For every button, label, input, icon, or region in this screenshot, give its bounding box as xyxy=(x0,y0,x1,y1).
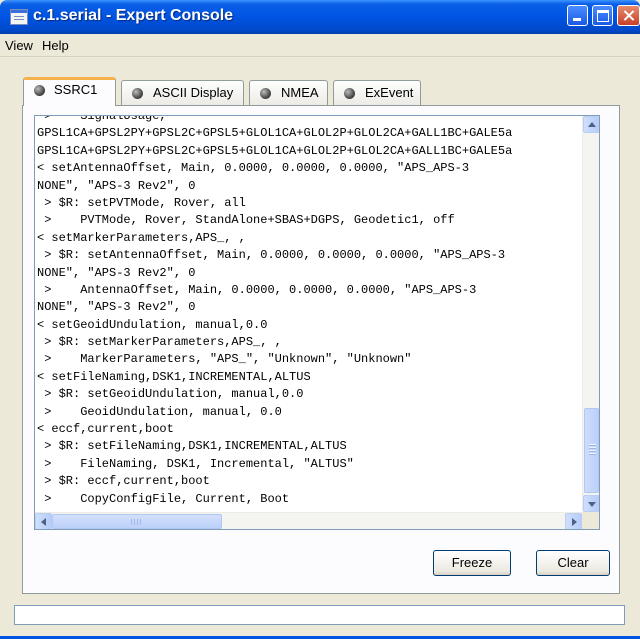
minimize-button[interactable] xyxy=(567,5,588,26)
chevron-up-icon xyxy=(588,122,596,127)
console-line: > $R: setPVTMode, Rover, all xyxy=(37,195,246,210)
vertical-scroll-thumb[interactable] xyxy=(584,408,599,493)
console-line: NONE", "APS-3 Rev2", 0 xyxy=(37,178,196,193)
horizontal-scrollbar[interactable] xyxy=(35,512,582,529)
console-line: > FileNaming, DSK1, Incremental, "ALTUS" xyxy=(37,456,354,471)
menu-view[interactable]: View xyxy=(5,38,33,53)
tab-nmea[interactable]: NMEA xyxy=(249,80,328,105)
freeze-button[interactable]: Freeze xyxy=(433,550,511,576)
grip-line xyxy=(589,447,596,449)
close-button[interactable] xyxy=(617,5,640,26)
scroll-up-button[interactable] xyxy=(583,116,599,133)
tab-status-icon xyxy=(34,85,45,96)
status-field xyxy=(14,605,625,625)
scroll-left-button[interactable] xyxy=(35,513,52,529)
tab-ascii-display[interactable]: ASCII Display xyxy=(121,80,244,105)
console-line: > MarkerParameters, "APS_", "Unknown", "… xyxy=(37,352,412,367)
console-line: > $R: setFileNaming,DSK1,INCREMENTAL,ALT… xyxy=(37,439,347,454)
console-line: > SignalUsage, xyxy=(37,115,167,123)
scroll-right-button[interactable] xyxy=(565,513,582,529)
console-line: > GeoidUndulation, manual, 0.0 xyxy=(37,404,282,419)
console-line: > $R: setMarkerParameters,APS_, , xyxy=(37,335,282,350)
vertical-scrollbar[interactable] xyxy=(582,116,599,512)
console-line: > PVTMode, Rover, StandAlone+SBAS+DGPS, … xyxy=(37,213,455,228)
tab-label: ExEvent xyxy=(365,85,414,100)
grip-line xyxy=(589,453,596,455)
maximize-button[interactable] xyxy=(592,5,613,26)
console-line: > AntennaOffset, Main, 0.0000, 0.0000, 0… xyxy=(37,282,477,297)
console-line: < setAntennaOffset, Main, 0.0000, 0.0000… xyxy=(37,161,470,176)
tab-status-icon xyxy=(260,88,271,99)
console-line: NONE", "APS-3 Rev2", 0 xyxy=(37,300,196,315)
chevron-left-icon xyxy=(41,518,46,526)
window-title: c.1.serial - Expert Console xyxy=(33,7,234,24)
console-line: > $R: eccf,current,boot xyxy=(37,474,210,489)
console-line: > CopyConfigFile, Current, Boot xyxy=(37,491,290,506)
scroll-down-button[interactable] xyxy=(583,495,599,512)
grip-line xyxy=(589,444,596,446)
horizontal-scroll-thumb[interactable] xyxy=(52,514,222,529)
chevron-right-icon xyxy=(572,518,577,526)
console-line: < setFileNaming,DSK1,INCREMENTAL,ALTUS xyxy=(37,369,311,384)
console-line: GPSL1CA+GPSL2PY+GPSL2C+GPSL5+GLOL1CA+GLO… xyxy=(37,126,513,141)
tab-status-icon xyxy=(132,88,143,99)
app-window-icon xyxy=(10,9,28,25)
menu-help[interactable]: Help xyxy=(42,38,69,53)
console-output[interactable]: > SignalUsage, GPSL1CA+GPSL2PY+GPSL2C+GPS… xyxy=(34,115,600,530)
console-line: GPSL1CA+GPSL2PY+GPSL2C+GPSL5+GLOL1CA+GLO… xyxy=(37,143,513,158)
console-line: > $R: setAntennaOffset, Main, 0.0000, 0.… xyxy=(37,248,506,263)
title-bar[interactable]: c.1.serial - Expert Console xyxy=(0,0,640,34)
tab-label: NMEA xyxy=(281,85,319,100)
console-line: NONE", "APS-3 Rev2", 0 xyxy=(37,265,196,280)
console-line: > $R: setGeoidUndulation, manual,0.0 xyxy=(37,387,304,402)
tab-label: ASCII Display xyxy=(153,85,234,100)
console-line: < setGeoidUndulation, manual,0.0 xyxy=(37,317,268,332)
console-line: < setMarkerParameters,APS_, , xyxy=(37,230,246,245)
expert-console-window: c.1.serial - Expert Console View Help SS… xyxy=(0,0,640,639)
grip-lines xyxy=(131,519,132,525)
tab-status-icon xyxy=(344,88,355,99)
menu-bar: View Help xyxy=(0,34,640,57)
tab-ssrc1[interactable]: SSRC1 xyxy=(23,77,116,106)
grip-line xyxy=(589,450,596,452)
chevron-down-icon xyxy=(588,502,596,507)
tab-exevent[interactable]: ExEvent xyxy=(333,80,421,105)
console-text: > SignalUsage, GPSL1CA+GPSL2PY+GPSL2C+GPS… xyxy=(37,115,581,508)
tab-label: SSRC1 xyxy=(54,82,98,97)
clear-button[interactable]: Clear xyxy=(536,550,610,576)
scrollbar-corner xyxy=(582,512,599,529)
console-line: < eccf,current,boot xyxy=(37,422,174,437)
